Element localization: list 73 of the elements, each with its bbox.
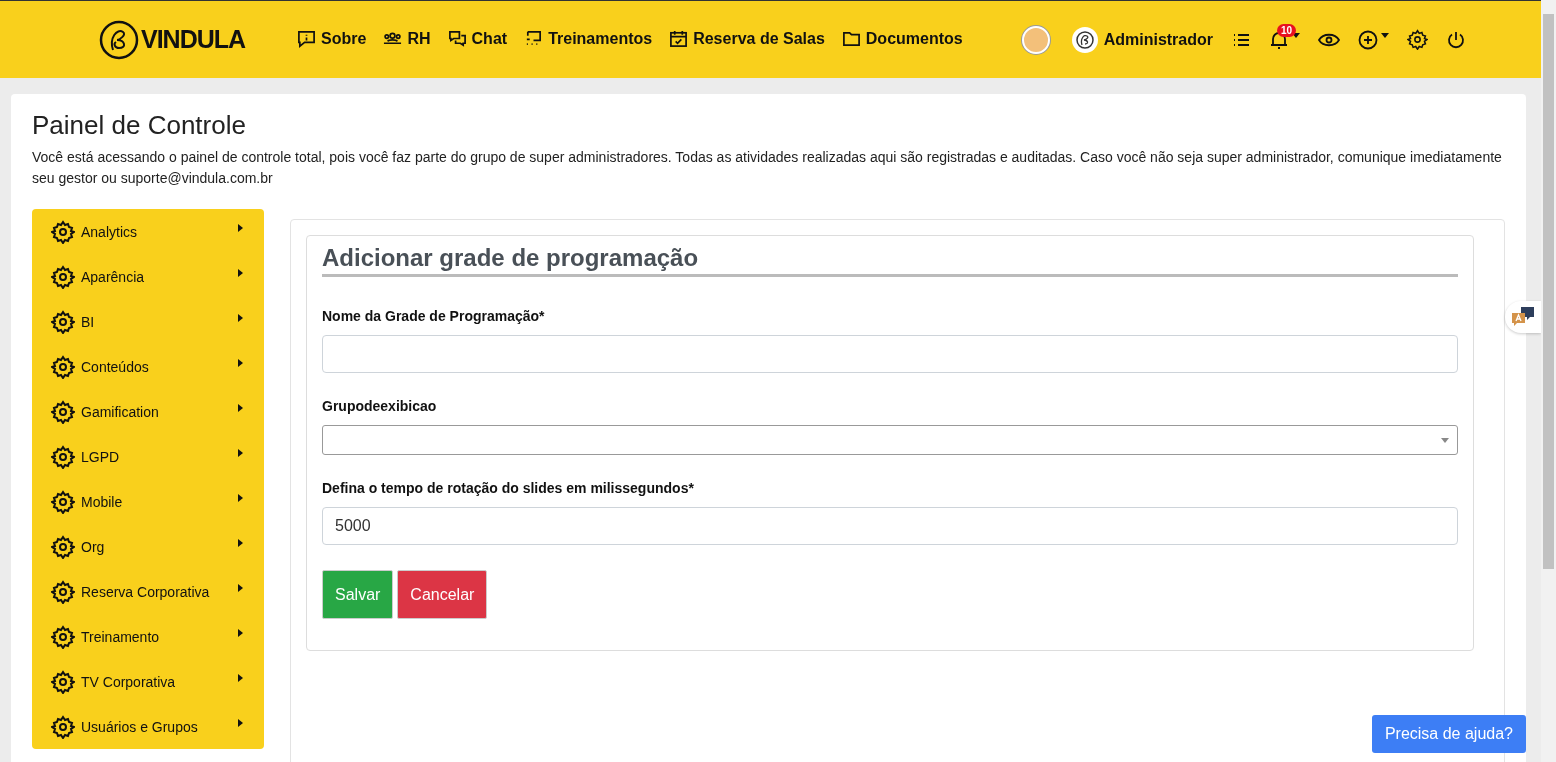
settings-icon bbox=[51, 309, 75, 334]
caret-icon bbox=[238, 718, 243, 727]
notification-count: 10 bbox=[1277, 23, 1297, 37]
nav-link[interactable]: Sobre bbox=[297, 29, 367, 48]
caret-icon bbox=[238, 403, 243, 412]
sidebar-item[interactable]: Analytics bbox=[32, 209, 264, 254]
settings-icon bbox=[51, 669, 75, 694]
scrollbar[interactable] bbox=[1541, 0, 1556, 762]
caret-icon bbox=[238, 223, 243, 232]
avatar-icon[interactable] bbox=[1021, 25, 1050, 54]
settings-icon bbox=[51, 444, 75, 469]
info-message-icon bbox=[297, 29, 317, 48]
sidebar-item[interactable]: Gamification bbox=[32, 389, 264, 434]
presentation-icon bbox=[524, 29, 544, 48]
vindula-logo[interactable]: VINDULA bbox=[99, 19, 246, 60]
sidebar-item[interactable]: Conteúdos bbox=[32, 344, 264, 389]
settings-icon bbox=[51, 399, 75, 424]
eye-icon[interactable] bbox=[1318, 31, 1340, 48]
caret-icon bbox=[238, 313, 243, 322]
sidebar-item[interactable]: BI bbox=[32, 299, 264, 344]
settings-icon bbox=[51, 714, 75, 739]
nav-link[interactable]: Documentos bbox=[841, 29, 963, 48]
sidebar-item[interactable]: Usuários e Grupos bbox=[32, 704, 264, 749]
user-menu[interactable]: Administrador bbox=[1071, 26, 1213, 53]
sidebar-item[interactable]: Aparência bbox=[32, 254, 264, 299]
page-title: Painel de Controle bbox=[32, 110, 247, 141]
caret-icon[interactable] bbox=[1292, 33, 1300, 38]
nav-link[interactable]: Chat bbox=[447, 29, 508, 48]
field-label: Grupodeexibicao bbox=[322, 398, 438, 414]
caret-icon bbox=[238, 358, 243, 367]
logo-icon bbox=[1071, 26, 1098, 53]
nav-link[interactable]: RH bbox=[383, 29, 431, 48]
select-field[interactable] bbox=[322, 425, 1458, 455]
field-label: Nome da Grade de Programação* bbox=[322, 308, 546, 324]
settings-icon bbox=[51, 534, 75, 559]
field-label: Defina o tempo de rotação do slides em milissegundos* bbox=[322, 480, 695, 496]
page-description: Você está acessando o painel de controle total, pois você faz parte do grupo de super administradores. Todas as atividades realizadas aqui são registradas e auditadas. Caso você não seja super administrador, comunique imediatamente seu gestor ou suporte@vindula.com.br bbox=[32, 148, 1503, 188]
form-button[interactable]: Cancelar bbox=[397, 570, 488, 619]
settings-icon bbox=[51, 264, 75, 289]
settings-icon bbox=[51, 354, 75, 379]
sidebar-item[interactable]: Treinamento bbox=[32, 614, 264, 659]
caret-icon bbox=[238, 268, 243, 277]
translate-icon bbox=[1511, 306, 1535, 328]
caret-icon bbox=[238, 628, 243, 637]
input-field[interactable]: 5000 bbox=[322, 507, 1458, 545]
form-title: Adicionar grade de programação bbox=[322, 244, 1458, 277]
folder-icon bbox=[841, 29, 861, 48]
input-field[interactable] bbox=[322, 335, 1458, 373]
power-icon[interactable] bbox=[1446, 29, 1466, 50]
sidebar-item[interactable]: TV Corporativa bbox=[32, 659, 264, 704]
sidebar-item[interactable]: Reserva Corporativa bbox=[32, 569, 264, 614]
plus-icon[interactable] bbox=[1358, 29, 1378, 50]
settings-icon bbox=[51, 624, 75, 649]
settings-icon bbox=[51, 219, 75, 244]
sidebar-item[interactable]: Org bbox=[32, 524, 264, 569]
settings-icon bbox=[51, 579, 75, 604]
chat-bubbles-icon bbox=[447, 29, 467, 48]
help-button[interactable]: Precisa de ajuda? bbox=[1371, 715, 1526, 753]
sidebar-item[interactable]: LGPD bbox=[32, 434, 264, 479]
caret-icon bbox=[238, 673, 243, 682]
caret-icon bbox=[238, 493, 243, 502]
caret-icon bbox=[238, 538, 243, 547]
nav-link[interactable]: Treinamentos bbox=[524, 29, 653, 48]
sidebar-item[interactable]: Mobile bbox=[32, 479, 264, 524]
settings-icon bbox=[51, 489, 75, 514]
caret-icon bbox=[238, 583, 243, 592]
caret-icon bbox=[1441, 437, 1449, 443]
nav-link[interactable]: Reserva de Salas bbox=[669, 29, 825, 48]
settings-icon[interactable] bbox=[1407, 29, 1428, 50]
calendar-check-icon bbox=[669, 29, 689, 48]
caret-icon[interactable] bbox=[1381, 33, 1389, 38]
caret-icon bbox=[238, 448, 243, 457]
translate-widget[interactable] bbox=[1505, 301, 1541, 333]
